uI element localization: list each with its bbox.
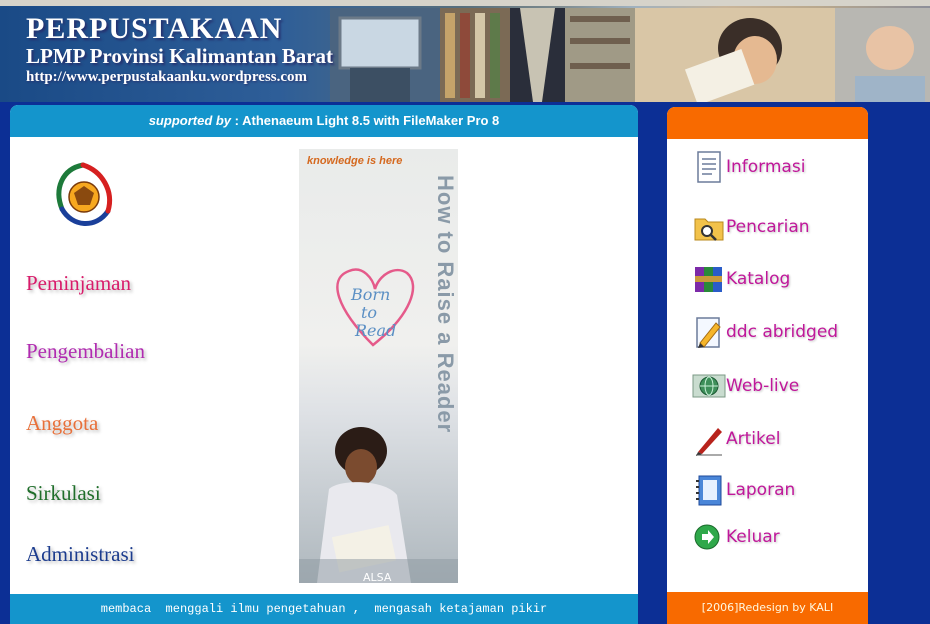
menu-administrasi[interactable]: Administrasi (26, 542, 135, 567)
menu-web-live[interactable]: Web-live (692, 369, 799, 403)
notebook-icon (696, 475, 722, 506)
edit-document-icon (696, 317, 721, 348)
menu-katalog[interactable]: Katalog (692, 262, 790, 296)
menu-artikel[interactable]: Artikel (692, 422, 780, 456)
main-panel: supported by : Athenaeum Light 8.5 with … (10, 105, 638, 624)
menu-pencarian-label: Pencarian (726, 217, 810, 237)
heart-text-born: Born (350, 285, 390, 304)
menu-keluar[interactable]: Keluar (692, 520, 780, 554)
site-title: PERPUSTAKAAN (26, 12, 283, 45)
motto-bar: membaca menggali ilmu pengetahuan , meng… (10, 594, 638, 624)
menu-informasi[interactable]: Informasi (692, 150, 805, 184)
menu-pencarian[interactable]: Pencarian (692, 210, 810, 244)
search-folder-icon (694, 218, 724, 241)
menu-informasi-label: Informasi (726, 157, 806, 177)
side-menu-panel: Informasi Pencarian Katalog ddc abridged (667, 107, 868, 624)
reading-poster: knowledge is here How to Raise a Reader … (299, 149, 458, 583)
institution-logo (56, 162, 112, 226)
document-icon (697, 151, 721, 183)
heart-text-to: to (361, 303, 377, 322)
menu-laporan[interactable]: Laporan (692, 473, 795, 507)
menu-pengembalian[interactable]: Pengembalian (26, 339, 145, 364)
menu-web-live-label: Web-live (726, 376, 800, 396)
site-subtitle: LPMP Provinsi Kalimantan Barat (26, 44, 334, 68)
supported-by-text: : Athenaeum Light 8.5 with FileMaker Pro… (231, 113, 500, 128)
side-top-bar (667, 107, 868, 139)
menu-artikel-label: Artikel (726, 429, 781, 449)
poster-illustration: Born to Read ALSA (299, 268, 458, 583)
supported-by-label: supported by (148, 113, 232, 128)
menu-laporan-label: Laporan (726, 480, 796, 500)
menu-katalog-label: Katalog (726, 269, 791, 289)
pen-icon (696, 428, 722, 456)
menu-sirkulasi[interactable]: Sirkulasi (26, 481, 101, 506)
menu-anggota[interactable]: Anggota (26, 411, 98, 436)
poster-watermark: ALSA (363, 571, 392, 583)
browser-strip (0, 0, 930, 6)
library-photo-collage (330, 8, 930, 102)
menu-ddc-abridged[interactable]: ddc abridged (692, 315, 838, 349)
supported-by-bar: supported by : Athenaeum Light 8.5 with … (10, 105, 638, 137)
archive-books-icon (695, 267, 722, 292)
header-banner: PERPUSTAKAAN LPMP Provinsi Kalimantan Ba… (0, 0, 930, 102)
heart-text-read: Read (354, 321, 396, 340)
credit-bar: [2006]Redesign by KALI (667, 592, 868, 624)
menu-ddc-abridged-label: ddc abridged (726, 322, 839, 342)
menu-peminjaman[interactable]: Peminjaman (26, 271, 131, 296)
globe-icon (692, 374, 726, 398)
exit-arrow-icon (694, 524, 720, 550)
menu-keluar-label: Keluar (726, 527, 780, 547)
site-url: http://www.perpustakaanku.wordpress.com (26, 69, 308, 85)
